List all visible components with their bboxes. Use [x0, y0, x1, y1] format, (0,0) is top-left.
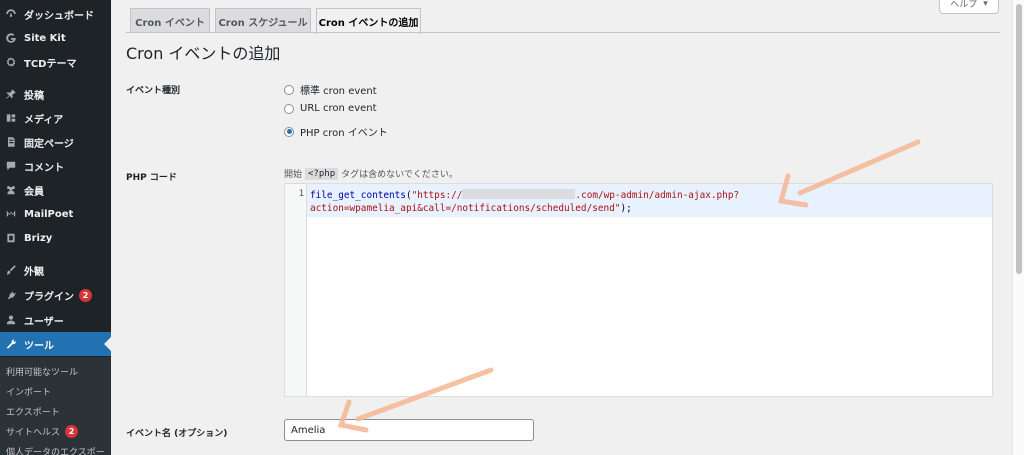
submenu-item-available-tools[interactable]: 利用可能なツール [6, 365, 78, 378]
sidebar-item-pages[interactable]: 固定ページ [0, 130, 111, 154]
radio-button[interactable] [284, 84, 294, 95]
code-line-1-wrap[interactable]: action=wpamelia_api&call=/notifications/… [310, 203, 632, 214]
site-health-badge: 2 [65, 425, 79, 438]
active-menu-indicator [104, 337, 111, 351]
wrench-icon [0, 338, 22, 350]
submenu-item-export[interactable]: エクスポート [6, 405, 60, 418]
sidebar-item-label: Brizy [24, 232, 53, 244]
sidebar-item-comments[interactable]: コメント [0, 154, 111, 178]
submenu-item-personal-data-export[interactable]: 個人データのエクスポー [6, 445, 105, 455]
code-function: file_get_contents [310, 190, 406, 201]
event-type-label: イベント種別 [126, 86, 181, 96]
php-code-label: PHP コード [126, 173, 177, 183]
php-code-editor[interactable]: 1 file_get_contents("https://.com/wp-adm… [284, 183, 993, 397]
code-string: .com/wp-admin/admin-ajax.php? [575, 190, 740, 201]
gear-icon [0, 56, 22, 68]
sidebar-item-brizy[interactable]: Brizy [0, 226, 111, 250]
radio-url-cron[interactable]: URL cron event [284, 103, 377, 114]
media-icon [0, 112, 22, 124]
code-string: "https:// [411, 190, 463, 201]
sidebar-item-mailpoet[interactable]: MailPoet [0, 202, 111, 226]
php-code-hint: 開始 <?php タグは含めないでください。 [284, 167, 458, 180]
line-number: 1 [298, 189, 304, 199]
mailpoet-icon [0, 208, 22, 220]
user-icon [0, 314, 22, 326]
page-icon [0, 136, 22, 148]
radio-label: PHP cron イベント [300, 128, 388, 139]
sidebar-item-label: メディア [24, 114, 64, 126]
hint-text: タグは含めないでください。 [341, 170, 458, 180]
sidebar-item-label: Site Kit [24, 32, 66, 44]
sidebar-item-label: TCDテーマ [24, 58, 77, 70]
radio-label: URL cron event [300, 103, 377, 114]
radio-standard-cron[interactable]: 標準 cron event [284, 82, 377, 97]
editor-gutter: 1 [285, 184, 307, 396]
caret-down-icon: ▾ [983, 0, 988, 9]
tab-divider [126, 32, 1000, 33]
members-icon [0, 184, 22, 196]
php-open-tag: <?php [305, 167, 339, 180]
pin-icon [0, 88, 22, 100]
page-title: Cron イベントの追加 [126, 44, 281, 63]
code-line-1[interactable]: file_get_contents("https://.com/wp-admin… [310, 189, 739, 201]
redacted-domain [462, 189, 576, 199]
sidebar-item-label: 外観 [24, 266, 44, 278]
submenu-item-import[interactable]: インポート [6, 385, 51, 398]
submenu-item-site-health[interactable]: サイトヘルス 2 [6, 425, 79, 438]
tab-cron-events[interactable]: Cron イベント [130, 8, 210, 33]
sidebar-item-media[interactable]: メディア [0, 106, 111, 130]
sidebar-item-label: MailPoet [24, 208, 74, 220]
dashboard-icon [0, 8, 22, 20]
sidebar-item-sitekit[interactable]: Site Kit [0, 26, 111, 50]
hint-text: 開始 [284, 170, 303, 180]
sidebar-item-label: 会員 [24, 186, 44, 198]
page-scrollbar[interactable] [1012, 0, 1024, 455]
sidebar-item-dashboard[interactable]: ダッシュボード [0, 2, 111, 26]
sidebar-item-label: ツール [24, 340, 54, 352]
submenu-item-label: サイトヘルス [6, 428, 61, 438]
brizy-icon [0, 232, 22, 244]
radio-label: 標準 cron event [300, 86, 377, 97]
tab-cron-schedules[interactable]: Cron スケジュール [215, 8, 311, 33]
sidebar-item-members[interactable]: 会員 [0, 178, 111, 202]
help-button[interactable]: ヘルプ ▾ [939, 0, 999, 14]
radio-php-cron[interactable]: PHP cron イベント [284, 124, 388, 139]
sidebar-item-users[interactable]: ユーザー [0, 308, 111, 332]
help-label: ヘルプ [950, 0, 978, 10]
radio-button-checked[interactable] [284, 126, 294, 137]
code-paren: ); [620, 203, 632, 214]
comment-icon [0, 160, 22, 172]
sidebar-item-label: ダッシュボード [24, 10, 94, 22]
tools-submenu: 利用可能なツール インポート エクスポート サイトヘルス 2 個人データのエクス… [0, 357, 111, 455]
sidebar-item-appearance[interactable]: 外観 [0, 258, 111, 282]
code-string: action=wpamelia_api&call=/notifications/… [310, 203, 621, 214]
plugin-icon [0, 289, 22, 301]
tab-add-cron-event[interactable]: Cron イベントの追加 [316, 8, 421, 34]
sidebar-item-tcd-theme[interactable]: TCDテーマ [0, 50, 111, 74]
sidebar-item-label: 固定ページ [24, 138, 74, 150]
event-name-label: イベント名 (オプション) [126, 429, 228, 439]
sidebar-item-posts[interactable]: 投稿 [0, 82, 111, 106]
brush-icon [0, 264, 22, 276]
sidebar-item-label: コメント [24, 162, 64, 174]
plugin-update-badge: 2 [79, 288, 92, 302]
sidebar-item-tools[interactable]: ツール [0, 332, 111, 356]
sidebar-item-label: 投稿 [24, 90, 44, 102]
admin-sidebar: ダッシュボード Site Kit TCDテーマ 投稿 メディア 固定ページ コメ… [0, 0, 111, 455]
radio-button[interactable] [284, 103, 294, 114]
sitekit-icon [0, 32, 22, 44]
scrollbar-thumb[interactable] [1016, 4, 1022, 274]
event-name-input[interactable] [284, 419, 534, 441]
sidebar-item-label: ユーザー [24, 316, 64, 328]
sidebar-item-plugins[interactable]: プラグイン 2 [0, 283, 111, 307]
sidebar-item-label: プラグイン [24, 291, 74, 303]
